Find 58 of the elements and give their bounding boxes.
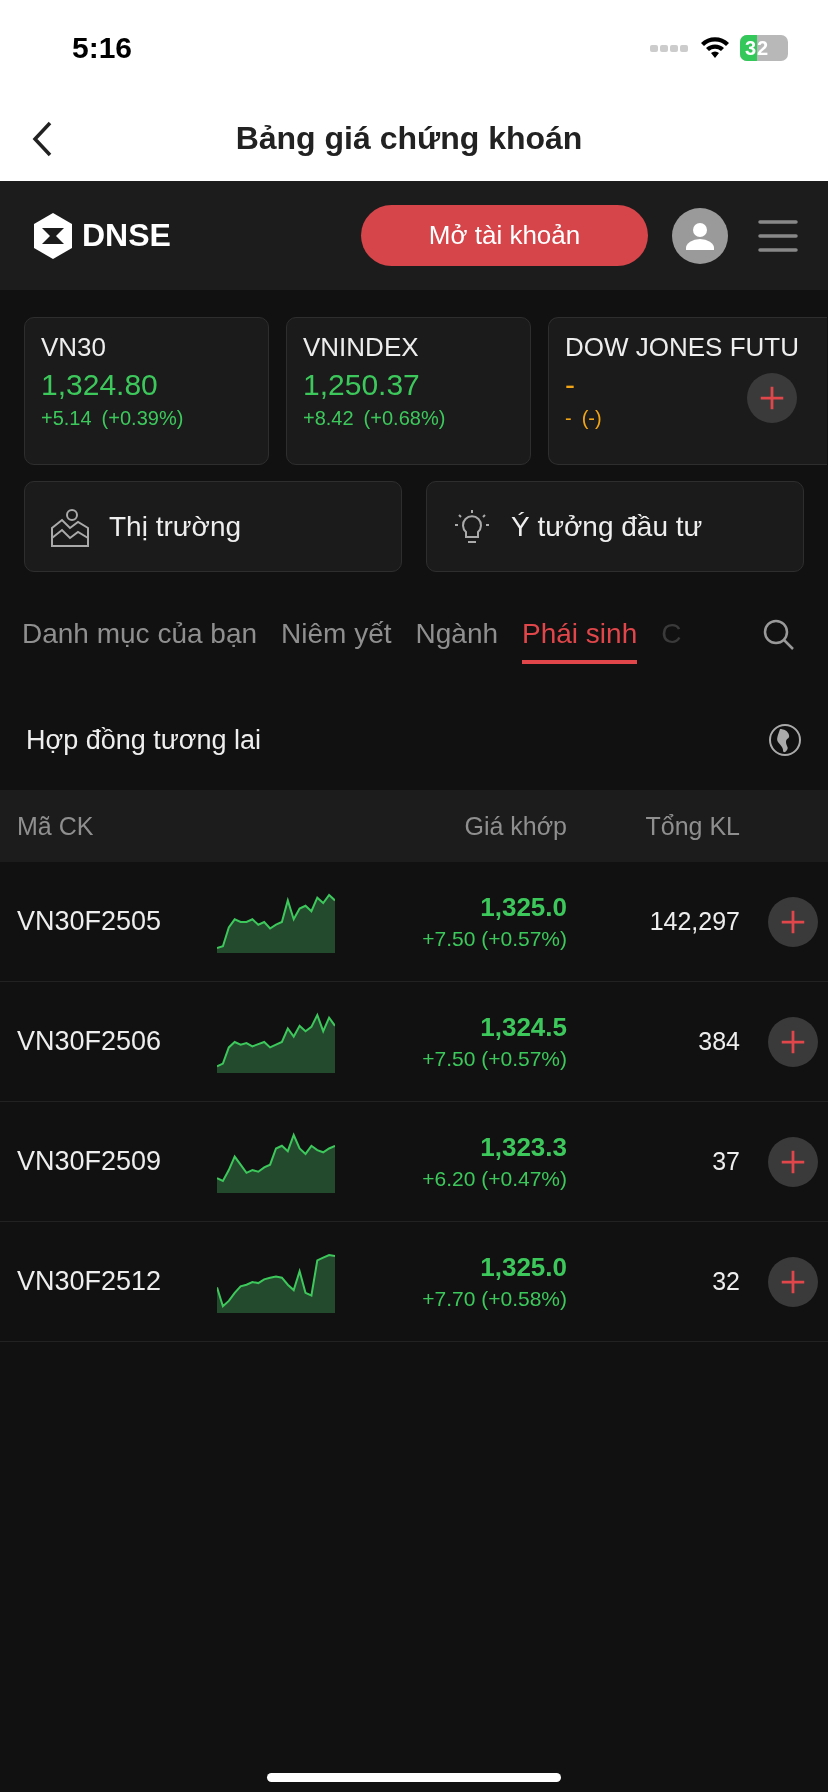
add-button[interactable] xyxy=(747,373,797,423)
search-icon[interactable] xyxy=(762,618,796,652)
price-cell: 1,325.0 xyxy=(480,892,567,923)
index-card[interactable]: DOW JONES FUTU - - (-) xyxy=(548,317,827,465)
index-name: VNINDEX xyxy=(303,332,419,363)
back-icon[interactable] xyxy=(30,120,54,158)
tab[interactable]: Danh mục của bạn xyxy=(22,610,258,664)
add-button[interactable] xyxy=(768,1016,818,1067)
change-cell: +7.70 (+0.58%) xyxy=(422,1287,567,1311)
logo-icon xyxy=(32,211,74,260)
globe-icon[interactable] xyxy=(768,723,802,757)
column-header: Giá khớp xyxy=(463,811,567,841)
index-name: VN30 xyxy=(41,332,107,363)
wifi-icon xyxy=(700,36,730,60)
volume-cell-text: 37 xyxy=(711,1147,740,1176)
symbol-cell-text: VN30F2506 xyxy=(17,1026,163,1057)
volume-cell-text: 32 xyxy=(711,1267,740,1296)
logo-text: DNSE xyxy=(82,217,171,254)
change-cell: +7.50 (+0.57%) xyxy=(422,1047,567,1071)
add-button[interactable] xyxy=(768,1256,818,1307)
add-button[interactable] xyxy=(768,1136,818,1187)
section-title: Hợp đồng tương lai xyxy=(26,724,262,756)
price-cell: 1,323.3 xyxy=(480,1132,567,1163)
index-card[interactable]: VN30 1,324.80 +5.14 (+0.39%) xyxy=(24,317,269,465)
shortcut-button[interactable]: Ý tưởng đầu tư xyxy=(426,481,804,572)
index-change: +5.14 xyxy=(41,407,92,430)
symbol-cell-text: VN30F2505 xyxy=(17,906,163,937)
volume-cell-text: 384 xyxy=(697,1027,740,1056)
page-title: Bảng giá chứng khoán xyxy=(235,120,583,157)
volume-cell-text: 142,297 xyxy=(648,907,740,936)
index-change: +8.42 xyxy=(303,407,354,430)
index-value: 1,324.80 xyxy=(41,368,158,402)
symbol-cell-text: VN30F2512 xyxy=(17,1266,163,1297)
status-time: 5:16 xyxy=(72,31,133,65)
index-name: DOW JONES FUTU xyxy=(565,332,799,363)
column-header: Mã CK xyxy=(17,811,95,841)
open-account-button[interactable]: Mở tài khoản xyxy=(361,205,648,266)
menu-icon[interactable] xyxy=(758,217,798,254)
column-header: Tổng KL xyxy=(644,811,740,841)
avatar-icon[interactable] xyxy=(672,207,728,264)
tab[interactable]: Ngành xyxy=(415,610,499,664)
tab[interactable]: Phái sinh xyxy=(522,610,638,664)
change-cell: +6.20 (+0.47%) xyxy=(422,1167,567,1191)
signal-icon xyxy=(650,43,690,53)
tab[interactable]: Niêm yết xyxy=(281,610,392,664)
symbol-cell-text: VN30F2509 xyxy=(17,1146,163,1177)
index-percent: (-) xyxy=(581,407,602,430)
change-cell: +7.50 (+0.57%) xyxy=(422,927,567,951)
index-value: 1,250.37 xyxy=(303,368,420,402)
index-percent: (+0.39%) xyxy=(101,407,184,430)
index-percent: (+0.68%) xyxy=(363,407,446,430)
add-button[interactable] xyxy=(768,896,818,947)
index-value: - xyxy=(565,368,575,402)
index-change: - xyxy=(565,407,572,430)
shortcut-button[interactable]: Thị trường xyxy=(24,481,402,572)
index-card[interactable]: VNINDEX 1,250.37 +8.42 (+0.68%) xyxy=(286,317,531,465)
price-cell: 1,324.5 xyxy=(480,1012,567,1043)
price-cell: 1,325.0 xyxy=(480,1252,567,1283)
